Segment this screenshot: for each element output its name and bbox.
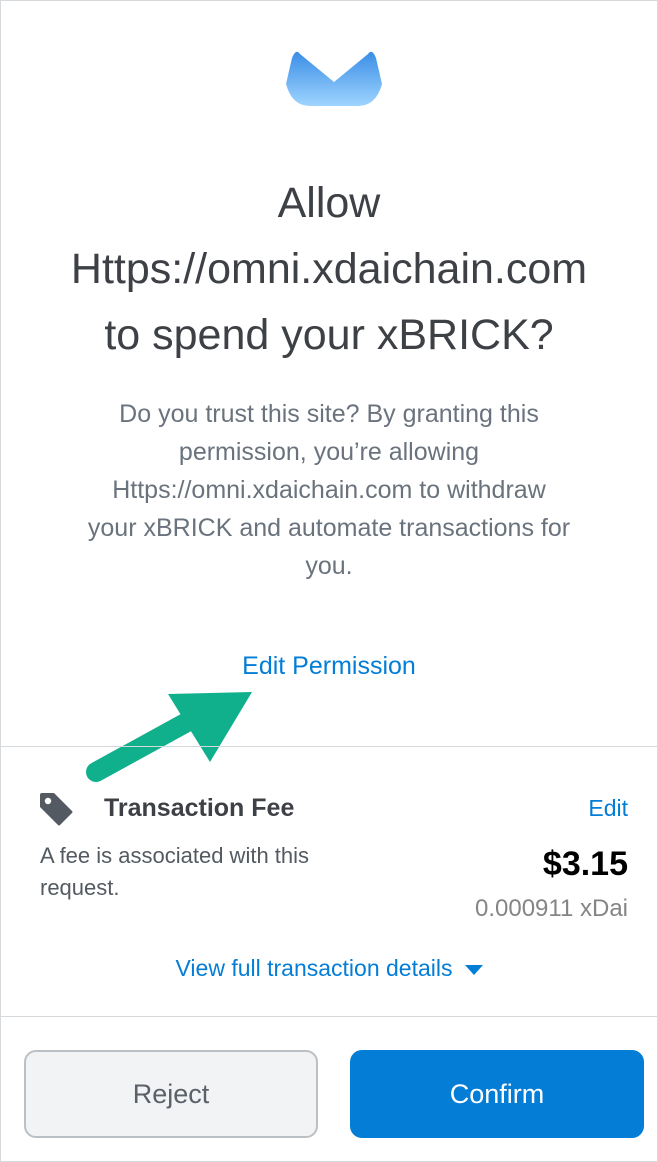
fee-description-line: request. (40, 875, 120, 900)
green-arrow-icon (86, 692, 252, 782)
reject-button[interactable]: Reject (24, 1050, 318, 1138)
view-transaction-details-link[interactable]: View full transaction details (0, 950, 658, 986)
fee-description: A fee is associated with this request. (40, 840, 370, 904)
permission-description: Do you trust this site? By granting this… (40, 395, 618, 585)
fee-usd-amount: $3.15 (542, 845, 628, 883)
section-divider (0, 1016, 658, 1017)
page-title: Allow Https://omni.xdaichain.com to spen… (0, 170, 658, 368)
caret-down-icon (464, 964, 483, 975)
description-line: permission, you’re allowing (178, 438, 480, 466)
confirm-button[interactable]: Confirm (350, 1050, 644, 1138)
site-fox-logo-icon (286, 51, 382, 106)
edit-fee-link[interactable]: Edit (588, 791, 628, 825)
fee-native-amount: 0.000911 xDai (475, 895, 628, 922)
edit-permission-link[interactable]: Edit Permission (0, 648, 658, 684)
description-line: you. (305, 552, 353, 580)
tag-icon (40, 793, 73, 826)
title-site-url: Https://omni.xdaichain.com (70, 245, 588, 293)
description-line: Do you trust this site? By granting this (119, 400, 539, 428)
view-details-label: View full transaction details (175, 955, 453, 981)
section-divider (0, 746, 658, 747)
title-line: to spend your xBRICK? (104, 311, 554, 359)
fee-description-line: A fee is associated with this (40, 843, 310, 868)
description-line: your xBRICK and automate transactions fo… (87, 514, 571, 542)
title-line: Allow (277, 179, 381, 227)
transaction-fee-title: Transaction Fee (104, 794, 295, 822)
description-line: Https://omni.xdaichain.com to withdraw (112, 476, 546, 504)
edit-permission-label: Edit Permission (242, 652, 416, 680)
